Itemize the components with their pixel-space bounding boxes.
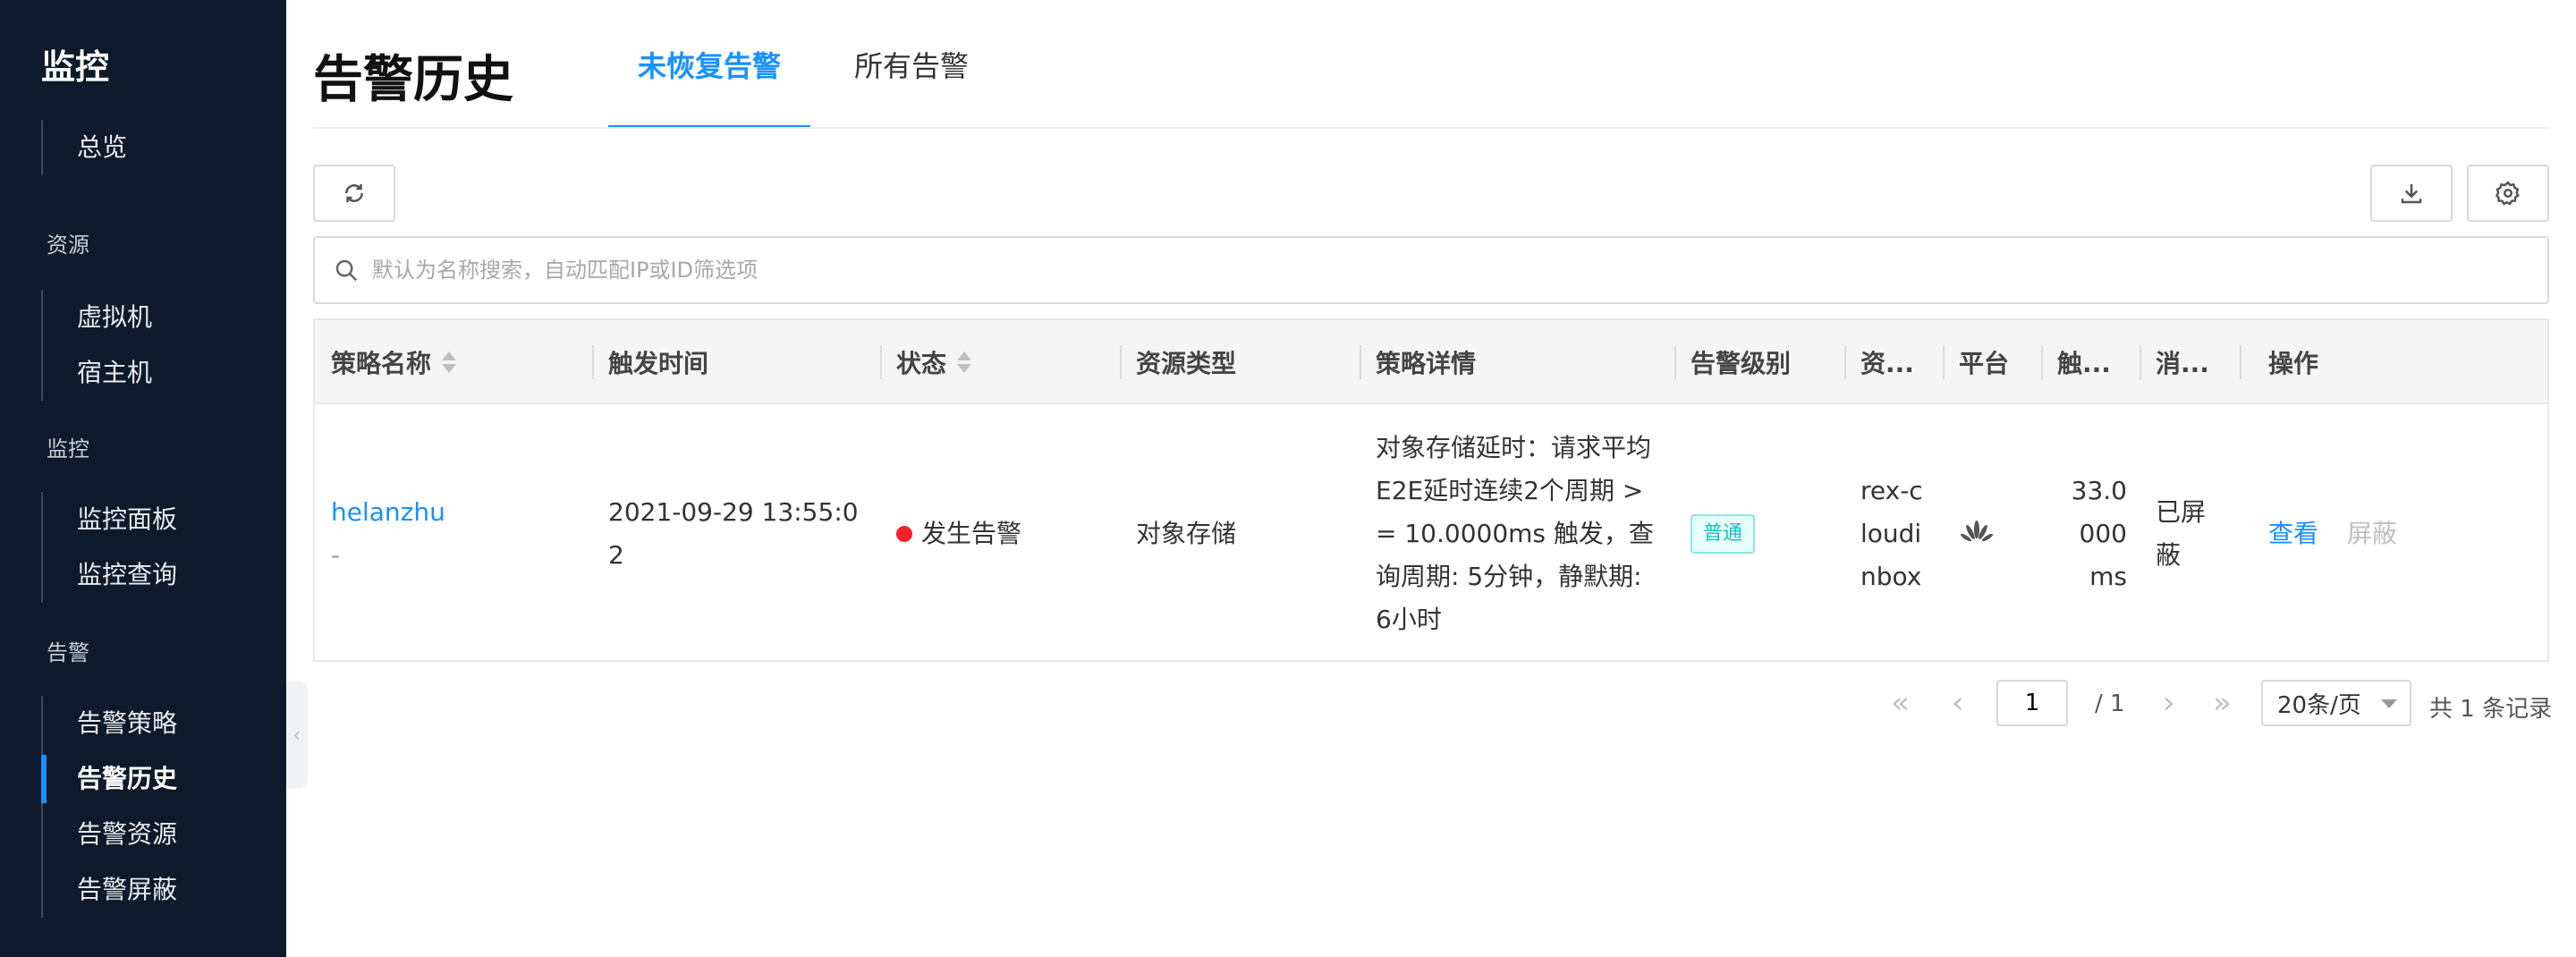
- cell-platform: [1943, 406, 2041, 662]
- cell-resource-type: 对象存储: [1120, 406, 1360, 662]
- table-header: 策略名称 触发时间 状态 资源类型 策略详情 告警级别 资... 平台 触...…: [315, 320, 2547, 404]
- settings-button[interactable]: [2467, 165, 2549, 222]
- column-header-trigger-value: 触...: [2041, 320, 2140, 404]
- cell-silence: 已屏蔽: [2140, 406, 2240, 662]
- column-label: 平台: [1959, 349, 2010, 378]
- cell-actions: 查看 屏蔽: [2240, 406, 2549, 662]
- sidebar-group-monitoring: 监控面板 监控查询: [41, 492, 177, 603]
- search-icon: [335, 259, 358, 282]
- page-number-input[interactable]: [1996, 680, 2068, 726]
- column-label: 触发时间: [608, 349, 709, 378]
- prev-page-icon[interactable]: ‹: [1952, 685, 1964, 721]
- sidebar-item-alert-resources[interactable]: 告警资源: [43, 807, 177, 862]
- column-label: 消...: [2156, 349, 2209, 378]
- view-action[interactable]: 查看: [2268, 512, 2318, 555]
- chevron-left-icon: ‹: [292, 724, 301, 747]
- search-input[interactable]: [372, 258, 2547, 283]
- sidebar-brand: 监控: [41, 47, 110, 87]
- cell-trigger-time: 2021-09-29 13:55:02: [592, 406, 880, 662]
- sidebar: 监控 总览 资源 虚拟机 宿主机 监控 监控面板 监控查询 告警 告警策略 告警…: [0, 0, 286, 957]
- huawei-icon: [1960, 521, 1994, 542]
- cell-status: 发生告警: [880, 406, 1120, 662]
- sidebar-item-vm[interactable]: 虚拟机: [43, 290, 152, 345]
- column-header-resource-type: 资源类型: [1120, 320, 1360, 404]
- cell-resource: rex-cloudinbox: [1844, 406, 1943, 662]
- trigger-time: 2021-09-29 13:55:02: [608, 497, 859, 570]
- policy-name-link[interactable]: helanzhu: [331, 491, 445, 534]
- silence-action[interactable]: 屏蔽: [2347, 512, 2397, 555]
- status-text: 发生告警: [921, 519, 1022, 548]
- column-header-actions: 操作: [2240, 320, 2549, 404]
- page-size-select[interactable]: 20条/页: [2261, 680, 2411, 726]
- column-label: 策略名称: [331, 349, 432, 378]
- column-label: 资...: [1860, 349, 1914, 378]
- sidebar-item-alert-policy[interactable]: 告警策略: [43, 696, 177, 751]
- policy-sub: -: [331, 540, 341, 570]
- alert-table: 策略名称 触发时间 状态 资源类型 策略详情 告警级别 资... 平台 触...…: [313, 318, 2549, 662]
- status-dot: [896, 526, 912, 542]
- column-label: 告警级别: [1690, 349, 1792, 378]
- column-header-policy-name[interactable]: 策略名称: [315, 320, 592, 404]
- column-header-trigger-time: 触发时间: [592, 320, 880, 404]
- search-box: [313, 236, 2549, 304]
- trigger-value: 33.0000 ms: [2071, 476, 2127, 591]
- tab-unrecovered-alerts[interactable]: 未恢复告警: [608, 0, 810, 129]
- sidebar-item-query[interactable]: 监控查询: [43, 547, 177, 603]
- silence-status: 已屏蔽: [2156, 497, 2207, 570]
- first-page-icon[interactable]: «: [1891, 685, 1910, 721]
- cell-trigger-value: 33.0000 ms: [2041, 406, 2140, 662]
- column-label: 策略详情: [1376, 349, 1477, 378]
- table-row: helanzhu - 2021-09-29 13:55:02 发生告警 对象存储…: [315, 406, 2547, 662]
- sidebar-section-alerts: 告警: [47, 640, 89, 665]
- column-label: 状态: [896, 349, 947, 378]
- column-header-resource: 资...: [1844, 320, 1943, 404]
- cell-policy-name: helanzhu -: [315, 406, 592, 662]
- sidebar-item-overview[interactable]: 总览: [43, 120, 127, 175]
- cell-alert-level: 普通: [1674, 406, 1844, 662]
- column-label: 资源类型: [1136, 349, 1237, 378]
- sidebar-collapse-handle[interactable]: ‹: [286, 682, 308, 789]
- column-header-alert-level: 告警级别: [1674, 320, 1844, 404]
- header-divider: [313, 127, 2549, 129]
- sort-icon[interactable]: [955, 350, 972, 375]
- refresh-button[interactable]: [313, 165, 395, 222]
- total-records: 共 1 条记录: [2429, 696, 2553, 723]
- resource-type: 对象存储: [1136, 519, 1237, 548]
- refresh-icon: [345, 184, 363, 202]
- download-icon: [2401, 184, 2422, 204]
- sidebar-group-alerts: 告警策略 告警历史 告警资源 告警屏蔽: [40, 696, 177, 918]
- column-header-silence: 消...: [2140, 320, 2240, 404]
- sidebar-item-host[interactable]: 宿主机: [43, 345, 152, 401]
- column-header-platform: 平台: [1943, 320, 2041, 404]
- download-button[interactable]: [2370, 165, 2453, 222]
- sidebar-item-dashboard[interactable]: 监控面板: [43, 492, 177, 547]
- next-page-icon[interactable]: ›: [2163, 685, 2175, 721]
- column-header-status[interactable]: 状态: [880, 320, 1120, 404]
- sort-icon[interactable]: [440, 350, 457, 375]
- column-header-policy-detail: 策略详情: [1360, 320, 1674, 404]
- sidebar-section-monitoring: 监控: [47, 436, 89, 462]
- tab-all-alerts[interactable]: 所有告警: [810, 0, 1013, 129]
- last-page-icon[interactable]: »: [2213, 685, 2232, 721]
- sidebar-item-alert-history[interactable]: 告警历史: [40, 751, 177, 807]
- sidebar-group-resources: 虚拟机 宿主机: [41, 290, 152, 401]
- sidebar-item-alert-silence[interactable]: 告警屏蔽: [43, 862, 177, 918]
- policy-detail: 对象存储延时：请求平均E2E延时连续2个周期 >= 10.0000ms 触发，查…: [1376, 433, 1654, 634]
- total-pages: / 1: [2095, 690, 2125, 717]
- cell-policy-detail: 对象存储延时：请求平均E2E延时连续2个周期 >= 10.0000ms 触发，查…: [1360, 406, 1674, 662]
- sidebar-group-overview: 总览: [41, 120, 127, 175]
- page-size-value: 20条/页: [2277, 691, 2361, 719]
- level-badge: 普通: [1690, 514, 1756, 554]
- column-label: 操作: [2268, 349, 2319, 378]
- tab-bar: 未恢复告警 所有告警: [608, 0, 1013, 129]
- page-title: 告警历史: [313, 51, 513, 109]
- sidebar-section-resources: 资源: [47, 233, 89, 258]
- gear-icon: [2496, 181, 2520, 206]
- resource-name: rex-cloudinbox: [1860, 476, 1923, 591]
- column-label: 触...: [2057, 349, 2111, 378]
